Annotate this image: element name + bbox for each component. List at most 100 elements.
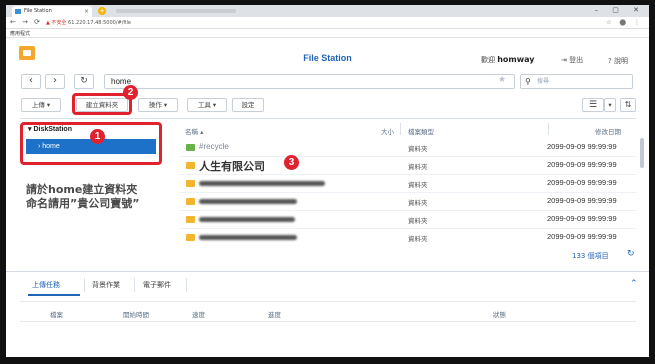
tab-background-tasks[interactable]: 背景作業 (92, 280, 120, 290)
folder-icon (186, 162, 195, 169)
search-placeholder: 搜尋 (537, 78, 550, 85)
bottom-header-divider (20, 301, 636, 302)
upload-button[interactable]: 上傳 ▾ (21, 98, 61, 112)
column-separator (548, 123, 549, 135)
instruction-line-2: 命名請用”貴公司寶號” (26, 197, 140, 210)
table-row[interactable]: 資料夾 2099-09-09 99:99:99 (179, 210, 637, 228)
welcome-prefix: 歡迎 (481, 56, 495, 64)
window-controls[interactable]: – ▢ ✕ (595, 6, 645, 14)
welcome-text: 歡迎 homway (481, 55, 535, 65)
browser-tab-title: File Station (24, 8, 52, 14)
redacted-file-name (199, 181, 325, 186)
browser-tab-bar: File Station × + – ▢ ✕ (6, 5, 649, 17)
bottom-column-file[interactable]: 檔案 (50, 309, 63, 319)
highlight-sidebar (20, 122, 162, 165)
active-tab-underline (28, 294, 80, 296)
list-refresh-icon[interactable]: ↻ (627, 249, 635, 259)
recycle-folder-icon (186, 144, 195, 151)
bookmark-bar: 應用程式 (6, 29, 649, 38)
bottom-column-start-time[interactable]: 開始時間 (123, 309, 149, 319)
instruction-note: 請於home建立資料夾 命名請用”貴公司寶號” (26, 183, 186, 211)
table-row[interactable]: 資料夾 2099-09-09 99:99:99 (179, 192, 637, 210)
screenshot-frame: File Station × + – ▢ ✕ ← → ⟳ ▲ 不安全 61.22… (0, 0, 655, 364)
logout-button[interactable]: ⇥ 登出 (561, 55, 583, 65)
folder-icon (186, 234, 195, 241)
path-input[interactable]: home (104, 74, 515, 89)
file-list-scrollbar[interactable] (640, 138, 644, 168)
url-field[interactable]: ▲ 不安全 61.220.17.48:5000/#/file (46, 18, 586, 28)
browser-tab-file-station[interactable]: File Station × (12, 6, 92, 17)
username: homway (497, 55, 535, 64)
redacted-file-name (199, 235, 297, 240)
browser-window: File Station × + – ▢ ✕ ← → ⟳ ▲ 不安全 61.22… (6, 5, 649, 357)
blurred-tabs (116, 9, 236, 13)
table-row[interactable]: 資料夾 2099-09-09 99:99:99 (179, 228, 637, 246)
column-header-type[interactable]: 檔案類型 (408, 126, 434, 136)
help-button[interactable]: ? 說明 (608, 56, 628, 66)
search-input[interactable]: ⚲ 搜尋 (520, 74, 633, 89)
bottom-column-progress[interactable]: 進度 (268, 309, 281, 319)
app-title: File Station (303, 53, 352, 63)
folder-icon (186, 198, 195, 205)
file-type: 資料夾 (408, 163, 428, 171)
instruction-line-1: 請於home建立資料夾 (26, 183, 138, 196)
column-header-modified[interactable]: 修改日期 (595, 126, 621, 136)
tab-email[interactable]: 電子郵件 (143, 280, 171, 290)
bottom-column-speed[interactable]: 速度 (192, 309, 205, 319)
column-separator (400, 123, 401, 135)
search-icon: ⚲ (525, 77, 531, 86)
view-dropdown-button[interactable]: ▾ (604, 98, 616, 112)
list-view-button[interactable]: ☰ (582, 98, 604, 112)
file-name: #recycle (199, 142, 229, 151)
file-type: 資料夾 (408, 199, 428, 207)
redacted-file-name (199, 217, 295, 222)
sort-button[interactable]: ⇅ (620, 98, 636, 112)
step-badge-3: 3 (284, 155, 299, 170)
step-badge-1: 1 (90, 129, 105, 144)
tab-separator (84, 278, 85, 292)
column-header-size[interactable]: 大小 (381, 126, 394, 136)
tab-close-icon[interactable]: × (84, 6, 89, 17)
item-count: 133 個項目 (572, 252, 609, 260)
tab-upload-tasks[interactable]: 上傳任務 (32, 280, 60, 290)
file-type: 資料夾 (408, 181, 428, 189)
table-row[interactable]: 資料夾 2099-09-09 99:99:99 (179, 174, 637, 192)
tab-separator (186, 278, 187, 292)
action-button[interactable]: 操作 ▾ (138, 98, 178, 112)
back-button[interactable]: ‹ (21, 74, 41, 89)
file-date: 2099-09-09 99:99:99 (547, 178, 617, 187)
file-date: 2099-09-09 99:99:99 (547, 214, 617, 223)
bookmark-apps[interactable]: 應用程式 (10, 30, 30, 37)
file-type: 資料夾 (408, 217, 428, 225)
bottom-row-divider (20, 321, 636, 322)
refresh-button[interactable]: ↻ (74, 74, 94, 89)
file-date: 2099-09-09 99:99:99 (547, 196, 617, 205)
file-date: 2099-09-09 99:99:99 (547, 232, 617, 241)
folder-icon (186, 180, 195, 187)
bottom-column-status[interactable]: 狀態 (493, 309, 506, 319)
bottom-panel-divider (6, 271, 649, 272)
redacted-file-name (199, 199, 297, 204)
tab-separator (134, 278, 135, 292)
tools-button[interactable]: 工具 ▾ (187, 98, 227, 112)
folder-icon (186, 216, 195, 223)
file-station-favicon-icon (15, 9, 21, 14)
insecure-label: ▲ 不安全 (46, 20, 67, 26)
forward-button[interactable]: › (45, 74, 65, 89)
favorite-star-icon[interactable]: ★ (498, 75, 506, 85)
collapse-panel-icon[interactable]: ⌃ (630, 279, 638, 289)
table-row[interactable]: #recycle 資料夾 2099-09-09 99:99:99 (179, 138, 637, 156)
address-bar: ← → ⟳ ▲ 不安全 61.220.17.48:5000/#/file ☆ ⬤… (6, 17, 649, 29)
file-date: 2099-09-09 99:99:99 (547, 142, 617, 151)
file-name: 人生有限公司 (199, 161, 265, 173)
url-text: 61.220.17.48:5000/#/file (68, 20, 132, 26)
table-row[interactable]: 人生有限公司 資料夾 2099-09-09 99:99:99 (179, 156, 637, 174)
highlight-create-folder (72, 93, 132, 115)
browser-nav-icons[interactable]: ← → ⟳ (10, 18, 42, 26)
new-tab-icon[interactable]: + (98, 7, 106, 15)
settings-button[interactable]: 設定 (232, 98, 264, 112)
toolbar-divider (20, 118, 636, 119)
extension-icons[interactable]: ☆ ⬤ ⋮ (606, 19, 643, 26)
file-type: 資料夾 (408, 145, 428, 153)
column-header-name[interactable]: 名稱 ▴ (185, 126, 203, 136)
